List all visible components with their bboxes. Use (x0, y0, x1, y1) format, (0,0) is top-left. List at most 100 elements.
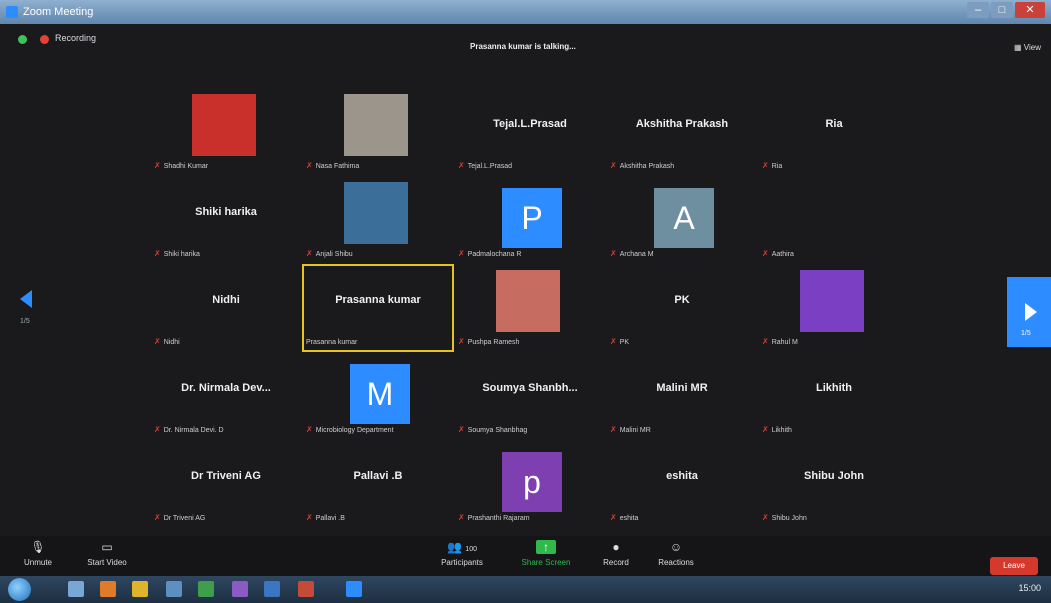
participant-name-label: ✗ Shadhi Kumar (154, 161, 208, 170)
taskbar-app-icon[interactable] (298, 581, 314, 597)
participants-icon: 👥 100 (447, 540, 477, 554)
participant-label-text: Akshitha Prakash (619, 163, 675, 170)
participant-tile[interactable]: ✗ Nasa Fathima (302, 88, 454, 176)
participant-tile[interactable]: eshita ✗ eshita (606, 440, 758, 528)
participant-photo (344, 182, 408, 244)
participant-display-name: PK (674, 294, 690, 306)
start-video-button[interactable]: ▭ Start Video (82, 540, 132, 567)
meeting-topbar: Recording Prasanna kumar is talking... ▦… (0, 26, 1051, 52)
participant-tile[interactable]: p ✗ Prashanthi Rajaram (454, 440, 606, 528)
taskbar-app-icon[interactable] (166, 581, 182, 597)
participant-tile[interactable]: Dr Triveni AG ✗ Dr Triveni AG (150, 440, 302, 528)
zoom-app-icon (6, 6, 18, 18)
participant-avatar-letter: p (502, 452, 562, 512)
participant-tile[interactable]: P ✗ Padmalochana R (454, 176, 606, 264)
muted-microphone-icon: ✗ (154, 161, 161, 170)
view-button[interactable]: ▦ View (1014, 43, 1041, 52)
security-shield-icon[interactable] (18, 35, 27, 44)
participant-name-label: ✗ Microbiology Department (306, 425, 394, 434)
participant-avatar-letter: P (502, 188, 562, 248)
participant-tile[interactable]: ✗ Rahul M (758, 264, 910, 352)
leave-button[interactable]: Leave (990, 557, 1038, 575)
participant-name-label: ✗ Dr. Nirmala Devi. D (154, 425, 224, 434)
muted-microphone-icon: ✗ (762, 513, 769, 522)
participant-tile[interactable]: Ria ✗ Ria (758, 88, 910, 176)
participant-tile[interactable]: Likhith ✗ Likhith (758, 352, 910, 440)
start-menu-icon[interactable] (8, 578, 31, 601)
participant-tile[interactable]: ✗ Pushpa Ramesh (454, 264, 606, 352)
taskbar-explorer-icon[interactable] (68, 581, 84, 597)
record-button[interactable]: ● Record (596, 540, 636, 567)
participant-label-text: Anjali Shibu (315, 251, 353, 258)
participant-name-label: ✗ Padmalochana R (458, 249, 521, 258)
active-speaker-indicator: Prasanna kumar is talking... (470, 42, 576, 51)
participant-tile[interactable]: Nidhi ✗ Nidhi (150, 264, 302, 352)
participant-name-label: Prasanna kumar (306, 339, 357, 346)
participant-tile[interactable]: PK ✗ PK (606, 264, 758, 352)
participant-name-label: ✗ Nasa Fathima (306, 161, 359, 170)
start-video-label: Start Video (87, 558, 127, 567)
participant-tile[interactable]: Pallavi .B ✗ Pallavi .B (302, 440, 454, 528)
participant-label-text: Pallavi .B (315, 515, 345, 522)
participant-tile[interactable]: Dr. Nirmala Dev... ✗ Dr. Nirmala Devi. D (150, 352, 302, 440)
close-button[interactable]: ✕ (1015, 2, 1045, 18)
minimize-button[interactable]: – (967, 2, 989, 18)
gallery-grid: ✗ Shadhi Kumar ✗ Nasa Fathima Tejal.L.Prasad… (150, 88, 910, 528)
participant-name-label: ✗ Shiki harika (154, 249, 200, 258)
taskbar-app-icon[interactable] (232, 581, 248, 597)
participant-name-label: ✗ Rahul M (762, 337, 798, 346)
share-screen-button[interactable]: ↑ Share Screen (515, 540, 577, 567)
participant-tile[interactable]: ✗ Anjali Shibu (302, 176, 454, 264)
record-label: Record (603, 558, 629, 567)
muted-microphone-icon: ✗ (306, 425, 313, 434)
participant-tile[interactable]: Prasanna kumar Prasanna kumar (302, 264, 454, 352)
participant-display-name: Dr. Nirmala Dev... (181, 382, 271, 394)
participant-name-label: ✗ Anjali Shibu (306, 249, 353, 258)
participant-name-label: ✗ Prashanthi Rajaram (458, 513, 530, 522)
previous-page-arrow-icon[interactable] (20, 290, 32, 308)
muted-microphone-icon: ✗ (762, 425, 769, 434)
muted-microphone-icon: ✗ (610, 513, 617, 522)
participant-name-label: ✗ Pallavi .B (306, 513, 345, 522)
microphone-muted-icon: 🎙 (30, 540, 46, 554)
participant-display-name: Shiki harika (195, 206, 257, 218)
participant-display-name: Prasanna kumar (335, 294, 421, 306)
reactions-button[interactable]: ☺ Reactions (652, 540, 700, 567)
muted-microphone-icon: ✗ (154, 337, 161, 346)
participant-tile[interactable]: Soumya Shanbh... ✗ Soumya Shanbhag (454, 352, 606, 440)
reactions-icon: ☺ (669, 540, 683, 554)
unmute-label: Unmute (23, 558, 52, 567)
participant-name-label: ✗ Shibu John (762, 513, 807, 522)
taskbar-chrome-icon[interactable] (198, 581, 214, 597)
taskbar-firefox-icon[interactable] (100, 581, 116, 597)
participant-tile[interactable]: Akshitha Prakash ✗ Akshitha Prakash (606, 88, 758, 176)
muted-microphone-icon: ✗ (762, 249, 769, 258)
participant-label-text: Nasa Fathima (315, 163, 360, 170)
participant-tile[interactable]: Tejal.L.Prasad ✗ Tejal.L.Prasad (454, 88, 606, 176)
taskbar-vlc-icon[interactable] (132, 581, 148, 597)
participant-display-name: eshita (666, 470, 698, 482)
participant-display-name: Likhith (815, 382, 853, 394)
unmute-button[interactable]: 🎙 Unmute (18, 540, 58, 567)
muted-microphone-icon: ✗ (306, 249, 313, 258)
participant-tile[interactable]: ✗ Shadhi Kumar (150, 88, 302, 176)
participant-tile[interactable]: M ✗ Microbiology Department (302, 352, 454, 440)
next-page-arrow-icon (1025, 303, 1037, 321)
participant-label-text: PK (619, 339, 630, 346)
next-page-button[interactable]: 1/5 (1007, 277, 1051, 347)
participant-display-name: Akshitha Prakash (635, 118, 729, 130)
system-clock: 15:00 (1018, 583, 1041, 593)
participant-tile[interactable]: A ✗ Archana M (606, 176, 758, 264)
participant-tile[interactable]: ✗ Aathira (758, 176, 910, 264)
participants-button[interactable]: 👥 100 Participants (432, 540, 492, 567)
participant-tile[interactable]: Shiki harika ✗ Shiki harika (150, 176, 302, 264)
maximize-button[interactable]: □ (991, 2, 1013, 18)
participant-display-name: Malini MR (656, 382, 708, 394)
participant-tile[interactable]: Malini MR ✗ Malini MR (606, 352, 758, 440)
participant-tile[interactable]: Shibu John ✗ Shibu John (758, 440, 910, 528)
participant-avatar-letter: A (654, 188, 714, 248)
participant-label-text: Rahul M (771, 339, 798, 346)
taskbar-zoom-icon[interactable] (346, 581, 362, 597)
participant-display-name: Pallavi .B (353, 470, 403, 482)
taskbar-word-icon[interactable] (264, 581, 280, 597)
